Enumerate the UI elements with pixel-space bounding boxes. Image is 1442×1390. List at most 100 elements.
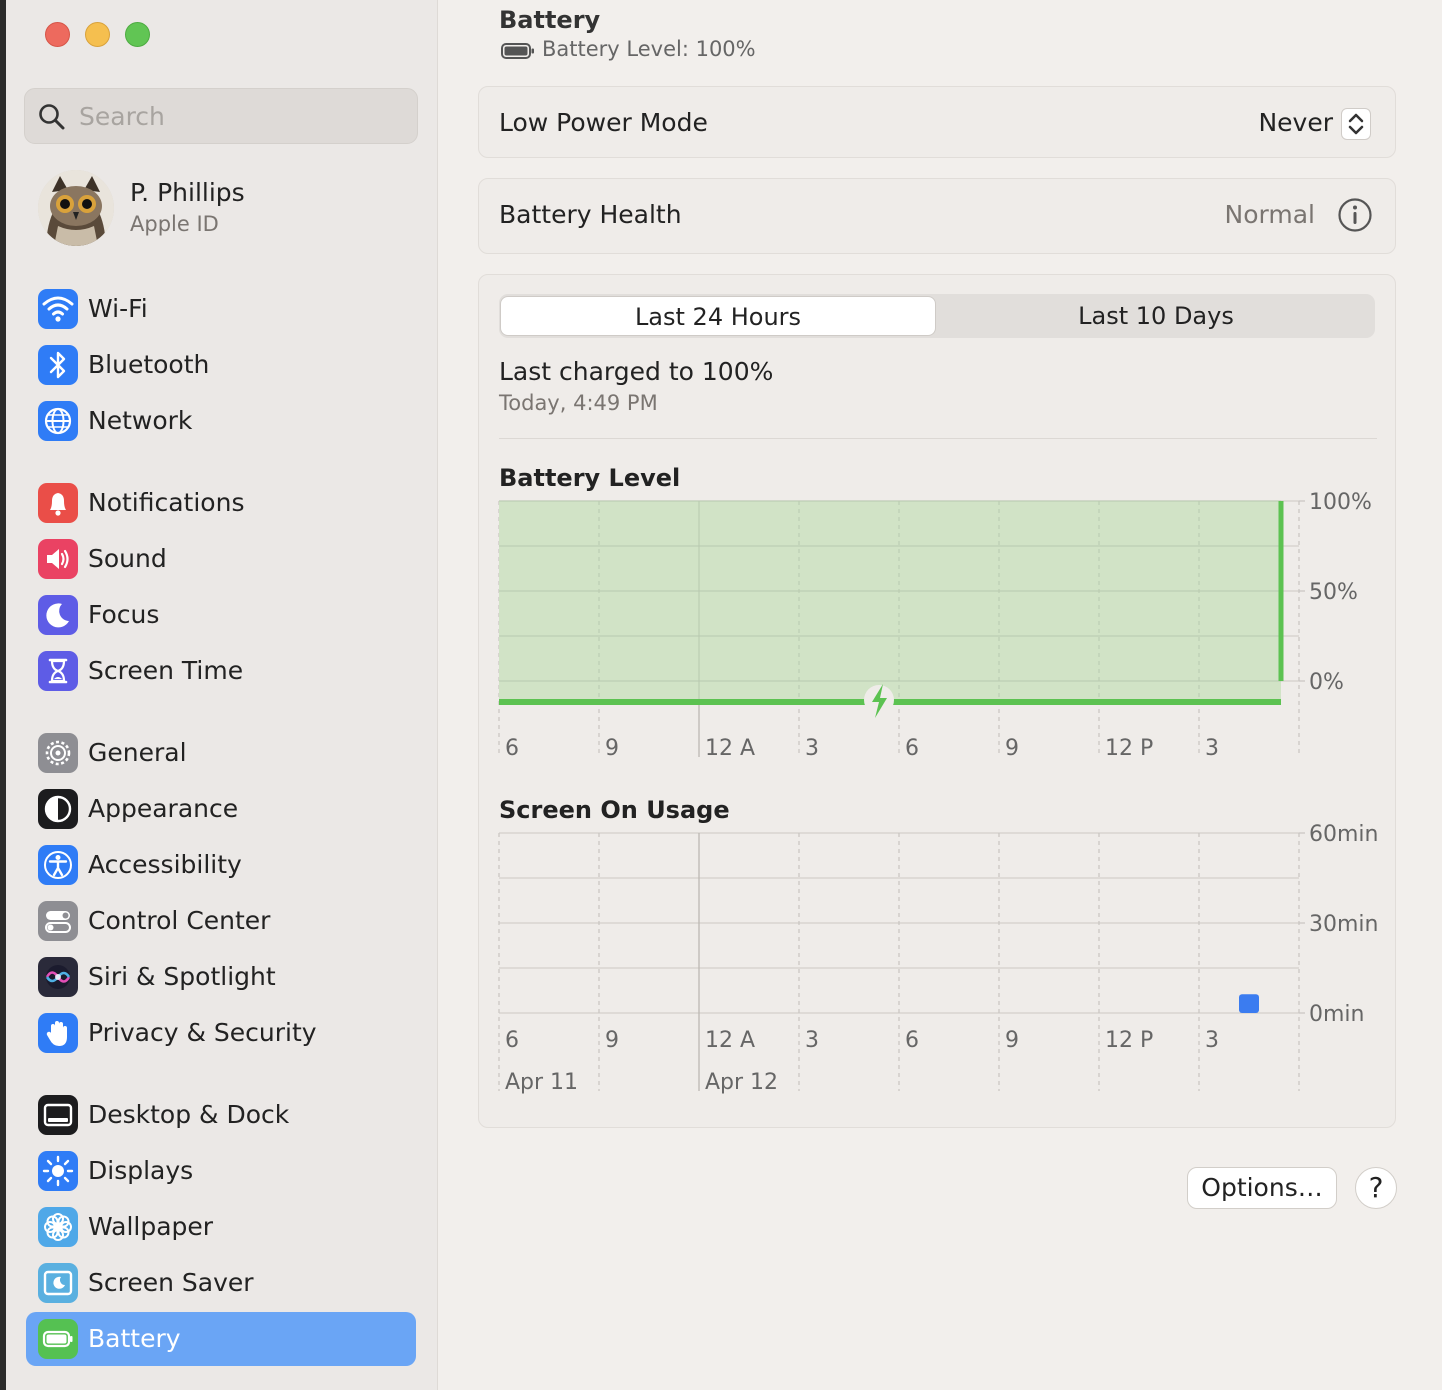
sidebar-item-label: General	[88, 738, 187, 767]
sidebar-item-sound[interactable]: Sound	[26, 532, 416, 586]
avatar	[38, 170, 114, 246]
main-pane: Battery Battery Level: 100% Low Power Mo…	[438, 0, 1442, 1390]
speaker-icon	[38, 539, 78, 579]
sidebar-item-notifications[interactable]: Notifications	[26, 476, 416, 530]
sidebar-item-label: Wallpaper	[88, 1212, 214, 1241]
y-tick-label: 30min	[1309, 912, 1378, 937]
y-tick-label: 100%	[1309, 490, 1372, 515]
y-tick-label: 50%	[1309, 580, 1358, 605]
hourglass-icon	[38, 651, 78, 691]
x-tick-label: 12 P	[1105, 1028, 1153, 1053]
sidebar-item-focus[interactable]: Focus	[26, 588, 416, 642]
zoom-window-button[interactable]	[125, 22, 150, 47]
sidebar-item-displays[interactable]: Displays	[26, 1144, 416, 1198]
gear-icon	[38, 733, 78, 773]
sidebar-item-label: Focus	[88, 600, 160, 629]
sidebar-item-control-center[interactable]: Control Center	[26, 894, 416, 948]
sidebar-item-label: Desktop & Dock	[88, 1100, 290, 1129]
y-tick-label: 0min	[1309, 1002, 1364, 1027]
x-tick-label: 12 A	[705, 736, 755, 761]
sidebar-item-general[interactable]: General	[26, 726, 416, 780]
battery-icon	[38, 1319, 78, 1359]
y-tick-label: 0%	[1309, 670, 1344, 695]
x-tick-label: 9	[1005, 1028, 1019, 1053]
sun-icon	[38, 1151, 78, 1191]
sidebar-item-screen-saver[interactable]: Screen Saver	[26, 1256, 416, 1310]
hand-icon	[38, 1013, 78, 1053]
close-window-button[interactable]	[45, 22, 70, 47]
bluetooth-icon	[38, 345, 78, 385]
x-tick-label: 9	[605, 1028, 619, 1053]
date-label: Apr 11	[505, 1070, 578, 1095]
search-input[interactable]	[79, 97, 399, 135]
flower-icon	[38, 1207, 78, 1247]
low-power-mode-popup-button[interactable]	[1341, 108, 1371, 140]
sidebar-item-label: Privacy & Security	[88, 1018, 317, 1047]
x-tick-label: 9	[605, 736, 619, 761]
sidebar-item-battery[interactable]: Battery	[26, 1312, 416, 1366]
sidebar-item-label: Bluetooth	[88, 350, 210, 379]
sidebar-item-label: Displays	[88, 1156, 194, 1185]
x-tick-label: 12 P	[1105, 736, 1153, 761]
wifi-icon	[38, 289, 78, 329]
sidebar-item-privacy-and-security[interactable]: Privacy & Security	[26, 1006, 416, 1060]
chevron-up-down-icon	[1348, 113, 1364, 135]
minimize-window-button[interactable]	[85, 22, 110, 47]
battery-level-icon	[501, 43, 534, 59]
options-button[interactable]: Options…	[1187, 1167, 1337, 1209]
sidebar: P. Phillips Apple ID Wi-Fi Bluetooth Netwo…	[6, 0, 438, 1390]
screensaver-icon	[38, 1263, 78, 1303]
bell-icon	[38, 483, 78, 523]
sidebar-item-appearance[interactable]: Appearance	[26, 782, 416, 836]
sidebar-item-bluetooth[interactable]: Bluetooth	[26, 338, 416, 392]
y-tick-label: 60min	[1309, 822, 1378, 847]
help-button[interactable]: ?	[1355, 1167, 1397, 1209]
x-tick-label: 3	[1205, 1028, 1219, 1053]
low-power-mode-label: Low Power Mode	[499, 108, 708, 137]
dock-icon	[38, 1095, 78, 1135]
search-icon	[39, 104, 65, 130]
sidebar-item-network[interactable]: Network	[26, 394, 416, 448]
sidebar-item-label: Notifications	[88, 488, 245, 517]
sidebar-item-label: Control Center	[88, 906, 271, 935]
sidebar-item-wallpaper[interactable]: Wallpaper	[26, 1200, 416, 1254]
search-field[interactable]	[24, 88, 418, 144]
low-power-mode-value[interactable]: Never	[1258, 108, 1333, 137]
sidebar-item-accessibility[interactable]: Accessibility	[26, 838, 416, 892]
apple-id-account[interactable]: P. Phillips Apple ID	[36, 170, 416, 250]
sidebar-item-label: Network	[88, 406, 193, 435]
sidebar-item-label: Screen Time	[88, 656, 244, 685]
battery-level-text: Battery Level: 100%	[542, 37, 756, 61]
page-title: Battery	[499, 6, 601, 34]
usage-charts: Battery Level 100% 50% 0% 6 9 12 A 3 6 9 12 P 3 Scre…	[498, 464, 1378, 1095]
battery-health-label: Battery Health	[499, 200, 682, 229]
date-label: Apr 12	[705, 1070, 778, 1095]
chart-title: Battery Level	[499, 464, 680, 492]
x-tick-label: 9	[1005, 736, 1019, 761]
battery-health-row: Battery Health Normal	[478, 178, 1396, 254]
sidebar-item-screen-time[interactable]: Screen Time	[26, 644, 416, 698]
usage-bar	[1239, 994, 1259, 1013]
sidebar-item-label: Accessibility	[88, 850, 242, 879]
account-subtitle: Apple ID	[130, 212, 219, 236]
sidebar-item-wi-fi[interactable]: Wi-Fi	[26, 282, 416, 336]
sidebar-item-desktop-and-dock[interactable]: Desktop & Dock	[26, 1088, 416, 1142]
sidebar-item-label: Screen Saver	[88, 1268, 254, 1297]
sidebar-item-label: Appearance	[88, 794, 239, 823]
x-tick-label: 6	[905, 736, 919, 761]
sidebar-item-siri-and-spotlight[interactable]: Siri & Spotlight	[26, 950, 416, 1004]
info-icon[interactable]	[1337, 197, 1373, 233]
globe-icon	[38, 401, 78, 441]
accessibility-icon	[38, 845, 78, 885]
x-tick-label: 12 A	[705, 1028, 755, 1053]
sidebar-item-label: Sound	[88, 544, 167, 573]
usage-history-card: Last 24 Hours Last 10 Days Last charged …	[478, 274, 1396, 1128]
settings-window: P. Phillips Apple ID Wi-Fi Bluetooth Netwo…	[6, 0, 1442, 1390]
account-name: P. Phillips	[130, 178, 245, 207]
sidebar-item-label: Wi-Fi	[88, 294, 148, 323]
battery-health-value: Normal	[1224, 200, 1315, 229]
x-tick-label: 6	[905, 1028, 919, 1053]
x-tick-label: 3	[805, 736, 819, 761]
x-tick-label: 6	[505, 1028, 519, 1053]
x-tick-label: 6	[505, 736, 519, 761]
